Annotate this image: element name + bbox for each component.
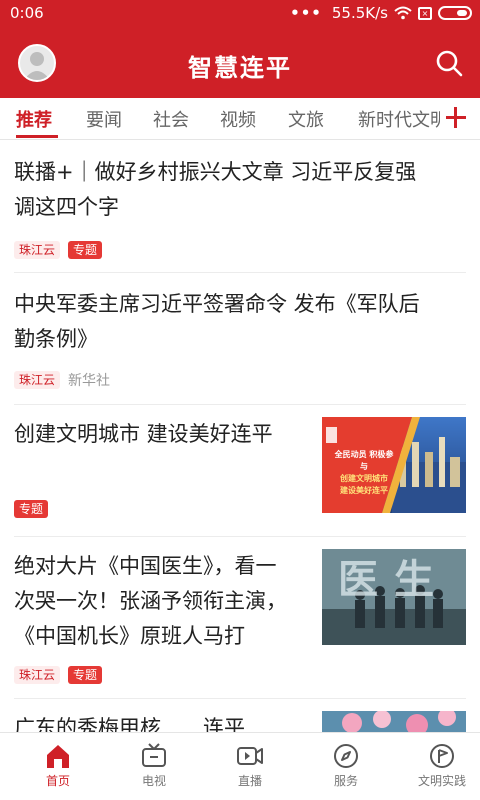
news-thumbnail bbox=[322, 711, 466, 732]
news-thumbnail: 全民动员 积极参与 创建文明城市 建设美好连平 bbox=[322, 417, 466, 513]
thumb-caption-line: 全民动员 积极参与 bbox=[334, 450, 394, 471]
compass-icon bbox=[334, 744, 358, 768]
signal-dots: ••• bbox=[290, 4, 322, 22]
news-item[interactable]: 联播+｜做好乡村振兴大文章 习近平反复强 调这四个字 珠江云 专题 bbox=[14, 155, 466, 273]
nav-live[interactable]: 直播 bbox=[202, 733, 298, 800]
news-title-line: 联播+｜做好乡村振兴大文章 习近平反复强 bbox=[14, 160, 417, 184]
status-bar: 0:06 ••• 55.5K/s × bbox=[0, 0, 480, 28]
topic-tag: 专题 bbox=[14, 500, 49, 518]
news-thumbnail: 医生 bbox=[322, 549, 466, 645]
nav-label: 文明实践 bbox=[417, 774, 466, 788]
tab-culture-tourism[interactable]: 文旅 bbox=[288, 106, 324, 132]
poster-title: 医生 bbox=[338, 557, 450, 603]
news-source: 新华社 bbox=[68, 373, 111, 389]
thumb-caption-line: 建设美好连平 bbox=[340, 486, 388, 495]
nav-service[interactable]: 服务 bbox=[298, 733, 394, 800]
news-meta: 珠江云 专题 bbox=[14, 666, 103, 684]
topic-tag: 专题 bbox=[68, 666, 103, 684]
news-title-line: 勤条例》 bbox=[14, 327, 98, 351]
app-header: 智慧连平 bbox=[0, 28, 480, 98]
nav-home[interactable]: 首页 bbox=[10, 733, 106, 800]
news-item[interactable]: 广东的秀梅甲核……连平 bbox=[14, 711, 466, 732]
bottom-navigation: 首页 电视 直播 服务 文明实践 bbox=[0, 732, 480, 800]
wifi-icon bbox=[394, 6, 412, 20]
nav-label: 电视 bbox=[141, 774, 166, 788]
search-icon[interactable] bbox=[434, 48, 464, 78]
nav-label: 服务 bbox=[333, 774, 358, 788]
app-screen: 0:06 ••• 55.5K/s × 智慧连平 推荐 要闻 社会 视频 文旅 新… bbox=[0, 0, 480, 800]
news-item[interactable]: 绝对大片《中国医生》，看一 次哭一次！张涵予领衔主演， 《中国机长》原班人马打 … bbox=[14, 549, 466, 699]
tv-icon bbox=[142, 743, 166, 767]
news-meta: 珠江云 专题 bbox=[14, 241, 103, 259]
live-video-icon bbox=[237, 747, 263, 765]
news-title: 创建文明城市 建设美好连平 bbox=[14, 417, 304, 452]
news-title-line: 次哭一次！张涵予领衔主演， bbox=[14, 589, 287, 613]
tab-society[interactable]: 社会 bbox=[153, 106, 189, 132]
news-title-line: 绝对大片《中国医生》，看一 bbox=[14, 554, 277, 578]
news-meta: 珠江云 新华社 bbox=[14, 370, 110, 390]
tab-recommend[interactable]: 推荐 bbox=[16, 106, 52, 132]
tab-headlines[interactable]: 要闻 bbox=[86, 106, 122, 132]
sim-icon: × bbox=[418, 6, 432, 20]
nav-label: 直播 bbox=[237, 774, 262, 788]
flag-icon bbox=[430, 744, 454, 768]
nav-label: 首页 bbox=[45, 774, 70, 788]
news-feed: 联播+｜做好乡村振兴大文章 习近平反复强 调这四个字 珠江云 专题 中央军委主席… bbox=[0, 141, 480, 732]
tab-new-era-civilization[interactable]: 新时代文明 bbox=[358, 106, 448, 132]
flower-image bbox=[322, 711, 466, 732]
status-time: 0:06 bbox=[10, 4, 44, 22]
source-tag: 珠江云 bbox=[14, 666, 61, 684]
tab-video[interactable]: 视频 bbox=[220, 106, 256, 132]
active-tab-indicator bbox=[16, 135, 58, 138]
news-title: 广东的秀梅甲核……连平 bbox=[14, 711, 304, 732]
news-meta: 专题 bbox=[14, 500, 49, 518]
news-title-line: 广东的秀梅甲核……连平 bbox=[14, 716, 245, 732]
news-title-line: 调这四个字 bbox=[14, 195, 119, 219]
news-item[interactable]: 中央军委主席习近平签署命令 发布《军队后 勤条例》 珠江云 新华社 bbox=[14, 287, 466, 405]
home-icon bbox=[47, 745, 69, 768]
news-title: 绝对大片《中国医生》，看一 次哭一次！张涵予领衔主演， 《中国机长》原班人马打 bbox=[14, 549, 304, 654]
news-title-line: 创建文明城市 建设美好连平 bbox=[14, 422, 273, 446]
topic-tag: 专题 bbox=[68, 241, 103, 259]
channel-tabs: 推荐 要闻 社会 视频 文旅 新时代文明 bbox=[0, 98, 480, 140]
nav-civilization-practice[interactable]: 文明实践 bbox=[394, 733, 480, 800]
app-title: 智慧连平 bbox=[188, 54, 292, 82]
battery-icon bbox=[438, 6, 472, 20]
nav-tv[interactable]: 电视 bbox=[106, 733, 202, 800]
status-indicators: ••• 55.5K/s × bbox=[290, 4, 472, 22]
news-item[interactable]: 创建文明城市 建设美好连平 专题 全民动员 积极参与 创建文明城市 建设美好连平 bbox=[14, 417, 466, 537]
plus-icon[interactable] bbox=[440, 100, 472, 136]
news-title-line: 《中国机长》原班人马打 bbox=[14, 624, 245, 648]
thumb-caption-line: 创建文明城市 bbox=[340, 474, 388, 483]
thumb-caption: 全民动员 积极参与 创建文明城市 建设美好连平 bbox=[334, 449, 394, 497]
source-tag: 珠江云 bbox=[14, 371, 61, 389]
network-speed: 55.5K/s bbox=[331, 4, 388, 22]
news-title-line: 中央军委主席习近平签署命令 发布《军队后 bbox=[14, 292, 420, 316]
news-title: 联播+｜做好乡村振兴大文章 习近平反复强 调这四个字 bbox=[14, 155, 466, 225]
news-title: 中央军委主席习近平签署命令 发布《军队后 勤条例》 bbox=[14, 287, 466, 357]
source-tag: 珠江云 bbox=[14, 241, 61, 259]
